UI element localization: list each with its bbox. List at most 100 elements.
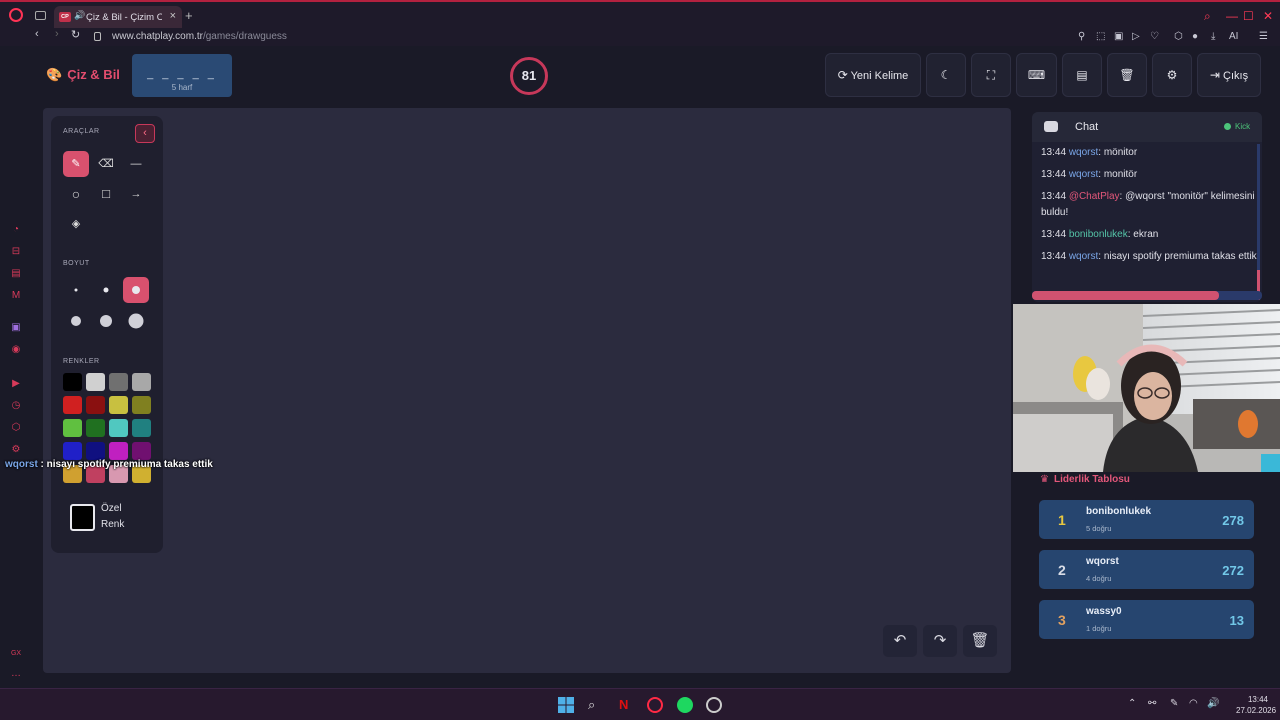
color-swatch[interactable] xyxy=(132,396,151,414)
dark-mode-button[interactable]: ☾ xyxy=(926,53,966,97)
message-user[interactable]: @ChatPlay xyxy=(1069,191,1120,202)
color-swatch[interactable] xyxy=(109,442,128,460)
color-swatch[interactable] xyxy=(109,396,128,414)
extensions-sidebar-icon[interactable]: ⬡ xyxy=(10,422,22,434)
arrow-tool-icon[interactable]: → xyxy=(123,181,149,207)
message-user[interactable]: wqorst xyxy=(1069,147,1098,158)
size-1-button[interactable] xyxy=(63,277,89,303)
tab-close-icon[interactable]: × xyxy=(170,10,176,22)
tray-overflow-icon[interactable]: ⌃ xyxy=(1128,698,1136,709)
size-6-button[interactable] xyxy=(123,308,149,334)
eraser-tool-icon[interactable]: ⌫ xyxy=(93,151,119,177)
system-clock[interactable]: 13:44 27.02.2026 xyxy=(1236,694,1276,716)
gx-icon[interactable]: GX xyxy=(10,648,22,660)
volume-icon[interactable]: 🔊 xyxy=(1207,698,1219,709)
new-word-button[interactable]: ⟳ Yeni Kelime xyxy=(825,53,921,97)
fill-bucket-icon[interactable]: ◈ xyxy=(63,211,89,237)
message-user[interactable]: wqorst xyxy=(1069,251,1098,262)
crypto-wallet-icon[interactable]: ⊟ xyxy=(10,246,22,258)
color-swatch[interactable] xyxy=(63,442,82,460)
color-swatch[interactable] xyxy=(63,419,82,437)
player-sidebar-icon[interactable]: ▶ xyxy=(10,378,22,390)
redo-button[interactable]: ↷ xyxy=(923,625,957,657)
message-user[interactable]: bonibonlukek xyxy=(1069,229,1128,240)
settings-button[interactable]: ⚙ xyxy=(1152,53,1192,97)
chat-scrollbar-thumb[interactable] xyxy=(1032,291,1219,300)
custom-color-swatch[interactable] xyxy=(70,504,95,531)
color-swatch[interactable] xyxy=(132,442,151,460)
tab-audio-icon[interactable]: 🔊 xyxy=(74,10,85,21)
size-5-button[interactable] xyxy=(93,308,119,334)
wifi-icon[interactable]: ◠ xyxy=(1189,698,1198,709)
color-swatch[interactable] xyxy=(86,419,105,437)
chat-vertical-scrollbar[interactable] xyxy=(1257,144,1260,300)
new-tab-icon[interactable]: + xyxy=(185,8,193,23)
menu-icon[interactable]: ☰ xyxy=(1259,31,1268,42)
search-tabs-icon[interactable]: ⌕ xyxy=(1204,9,1211,24)
custom-color-label[interactable]: Özel Renk xyxy=(101,501,141,533)
aria-ai-button[interactable]: AI xyxy=(1229,31,1238,42)
close-window-icon[interactable]: ✕ xyxy=(1263,9,1273,23)
messenger-icon[interactable]: ▤ xyxy=(10,268,22,280)
chat-scrollbar[interactable] xyxy=(1032,291,1262,300)
snapshot-icon[interactable]: ⬚ xyxy=(1096,31,1105,42)
windows-start-icon[interactable] xyxy=(558,697,574,713)
reload-icon[interactable]: ↻ xyxy=(71,28,80,41)
line-tool-icon[interactable]: — xyxy=(123,151,149,177)
workspaces-icon[interactable] xyxy=(35,11,46,20)
message-user[interactable]: wqorst xyxy=(1069,169,1098,180)
settings-sidebar-icon[interactable]: ⚙ xyxy=(10,444,22,456)
spotify-icon[interactable] xyxy=(677,697,693,713)
color-swatch[interactable] xyxy=(132,419,151,437)
pin-icon[interactable]: ⚲ xyxy=(1078,31,1085,42)
network-icon[interactable]: ⚯ xyxy=(1148,698,1156,709)
opera-logo-icon[interactable] xyxy=(9,8,23,22)
color-swatch[interactable] xyxy=(63,373,82,391)
rectangle-tool-icon[interactable]: □ xyxy=(93,181,119,207)
exit-button[interactable]: ⇥ Çıkış xyxy=(1197,53,1261,97)
size-2-button[interactable] xyxy=(93,277,119,303)
gmail-icon[interactable]: M xyxy=(10,290,22,302)
color-swatch[interactable] xyxy=(109,419,128,437)
profile-icon[interactable]: ● xyxy=(1192,31,1198,42)
minimize-icon[interactable]: — xyxy=(1226,9,1238,23)
extension-app-icon[interactable]: ◉ xyxy=(10,344,22,356)
app-taskbar-icon[interactable] xyxy=(706,697,722,713)
player-icon[interactable]: ▷ xyxy=(1132,31,1140,42)
color-swatch[interactable] xyxy=(109,373,128,391)
more-icon[interactable]: … xyxy=(10,668,22,680)
opera-gx-taskbar-icon[interactable] xyxy=(647,697,663,713)
back-icon[interactable]: ‹ xyxy=(35,28,39,40)
color-swatch[interactable] xyxy=(132,373,151,391)
archive-button[interactable]: ▤ xyxy=(1062,53,1102,97)
drawing-canvas[interactable] xyxy=(43,108,1011,673)
forward-icon[interactable]: › xyxy=(55,28,59,40)
color-swatch[interactable] xyxy=(86,396,105,414)
color-swatch[interactable] xyxy=(63,396,82,414)
screenshot-icon[interactable]: ▣ xyxy=(1114,31,1123,42)
maximize-icon[interactable]: ☐ xyxy=(1243,9,1254,23)
brush-tool-icon[interactable]: ✎ xyxy=(63,151,89,177)
clear-canvas-button[interactable]: 🗑 xyxy=(963,625,997,657)
search-icon[interactable]: ⌕ xyxy=(588,697,604,713)
undo-button[interactable]: ↶ xyxy=(883,625,917,657)
download-icon[interactable]: ⤓ xyxy=(1211,31,1215,42)
size-3-button[interactable] xyxy=(123,277,149,303)
clear-button[interactable]: 🗑 xyxy=(1107,53,1147,97)
app-logo[interactable]: 🎨 Çiz & Bil xyxy=(46,67,120,83)
color-swatch[interactable] xyxy=(86,373,105,391)
pen-icon[interactable]: ✎ xyxy=(1170,698,1178,709)
fullscreen-button[interactable]: ⛶ xyxy=(971,53,1011,97)
browser-tab[interactable]: CP 🔊 Çiz & Bil - Çizim Oy × xyxy=(54,6,182,28)
heart-icon[interactable]: ♡ xyxy=(1150,31,1159,42)
circle-tool-icon[interactable]: ○ xyxy=(63,181,89,207)
history-icon[interactable]: ◷ xyxy=(10,400,22,412)
aria-icon[interactable]: ◔ xyxy=(10,224,22,236)
url-field[interactable]: www.chatplay.com.tr/games/drawguess xyxy=(112,31,287,42)
netflix-icon[interactable]: N xyxy=(619,697,635,713)
keyboard-button[interactable]: ⌨ xyxy=(1016,53,1057,97)
collapse-panel-button[interactable]: ‹ xyxy=(135,124,155,143)
color-swatch[interactable] xyxy=(86,442,105,460)
extensions-icon[interactable]: ⬡ xyxy=(1174,31,1183,42)
size-4-button[interactable] xyxy=(63,308,89,334)
